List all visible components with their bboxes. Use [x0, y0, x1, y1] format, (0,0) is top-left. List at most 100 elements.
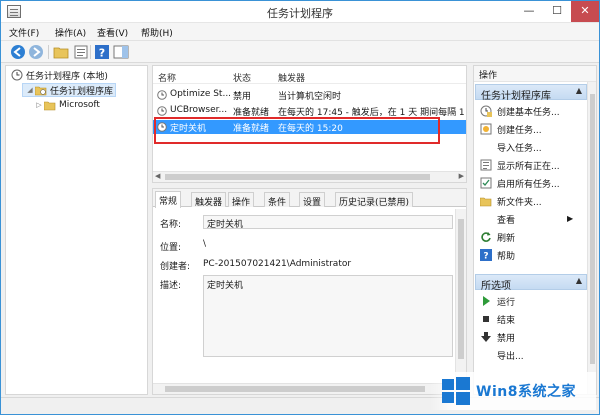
actions-pane: 操作 任务计划程序库 ▲ 创建基本任务... 创建任务... 导入任务... 显… — [473, 65, 597, 395]
scrollbar-thumb[interactable] — [165, 174, 430, 180]
action-show-running[interactable]: 显示所有正在... — [480, 158, 560, 172]
properties-icon[interactable] — [73, 44, 89, 60]
tab-history[interactable]: 历史记录(已禁用) — [335, 192, 414, 208]
navigation-tree: 任务计划程序 (本地) ◢ 任务计划程序库 ▷ Microsoft — [5, 65, 148, 395]
action-view[interactable]: 查看 — [480, 212, 515, 226]
scheduler-clock-icon — [11, 69, 23, 81]
column-header-status[interactable]: 状态 — [233, 71, 251, 84]
enable-history-icon — [480, 177, 492, 189]
details-horizontal-scrollbar[interactable] — [153, 383, 466, 394]
windows-logo-icon — [442, 377, 470, 405]
help-icon: ? — [480, 249, 492, 261]
submenu-arrow-icon[interactable]: ▶ — [567, 214, 573, 223]
menu-bar: 文件(F) 操作(A) 查看(V) 帮助(H) — [1, 23, 599, 41]
tab-settings[interactable]: 设置 — [299, 192, 326, 208]
back-arrow-icon[interactable] — [10, 44, 26, 60]
maximize-button[interactable]: ☐ — [543, 1, 571, 22]
actions-section-library[interactable]: 任务计划程序库 ▲ — [475, 84, 587, 102]
actions-header: 操作 — [474, 66, 596, 82]
task-list-horizontal-scrollbar[interactable]: ◀ ▶ — [153, 171, 466, 182]
forward-arrow-icon[interactable] — [28, 44, 44, 60]
task-status: 禁用 — [233, 92, 252, 102]
scroll-right-icon[interactable]: ▶ — [459, 172, 464, 180]
task-scheduler-window: 任务计划程序 — ☐ ✕ 文件(F) 操作(A) 查看(V) 帮助(H) ? 任… — [0, 0, 600, 415]
show-pane-icon[interactable] — [113, 44, 129, 60]
action-import-task[interactable]: 导入任务... — [480, 140, 542, 154]
action-end[interactable]: 结束 — [480, 312, 515, 326]
tree-item-label: 任务计划程序库 — [50, 86, 114, 97]
export-icon — [480, 349, 492, 361]
action-new-folder[interactable]: 新文件夹... — [480, 194, 542, 208]
tab-general[interactable]: 常规 — [155, 191, 182, 208]
tree-item-library[interactable]: ◢ 任务计划程序库 — [22, 83, 117, 97]
expand-arrow-icon[interactable]: ◢ — [25, 86, 35, 94]
create-task-icon — [480, 123, 492, 135]
import-task-icon — [480, 141, 492, 153]
create-basic-task-icon — [480, 105, 492, 117]
detail-tabs: 常规 触发器 操作 条件 设置 历史记录(已禁用) — [153, 189, 466, 208]
help-icon[interactable]: ? — [94, 44, 110, 60]
section-title: 任务计划程序库 — [481, 91, 551, 102]
action-help[interactable]: ? 帮助 — [480, 248, 515, 262]
name-field[interactable]: 定时关机 — [203, 215, 453, 230]
menu-help[interactable]: 帮助(H) — [141, 26, 173, 39]
tree-item-label: Microsoft — [59, 100, 100, 110]
task-trigger: 当计算机空闲时 — [278, 92, 342, 102]
description-label: 描述: — [160, 281, 182, 291]
section-title: 所选项 — [481, 281, 511, 292]
author-value: PC-201507021421\Administrator — [203, 259, 352, 269]
disable-arrow-icon — [481, 332, 491, 342]
action-create-task[interactable]: 创建任务... — [480, 122, 542, 136]
scrollbar-thumb[interactable] — [590, 94, 595, 364]
menu-file[interactable]: 文件(F) — [9, 26, 39, 39]
close-button[interactable]: ✕ — [571, 1, 599, 22]
collapse-arrow-icon[interactable]: ▷ — [34, 101, 44, 109]
menu-view[interactable]: 查看(V) — [97, 26, 128, 39]
tab-triggers[interactable]: 触发器 — [191, 192, 227, 208]
task-name: Optimize St... — [170, 89, 230, 99]
view-icon — [480, 213, 492, 225]
details-vertical-scrollbar[interactable] — [455, 209, 466, 385]
toolbar: ? — [1, 41, 599, 63]
action-enable-all-history[interactable]: 启用所有任务... — [480, 176, 560, 190]
task-row[interactable]: Optimize St... 禁用 当计算机空闲时 — [153, 88, 466, 102]
scroll-left-icon[interactable]: ◀ — [155, 172, 160, 180]
task-clock-icon — [157, 106, 167, 116]
refresh-icon — [481, 232, 491, 242]
description-field[interactable]: 定时关机 — [203, 275, 453, 357]
task-details-pane: 常规 触发器 操作 条件 设置 历史记录(已禁用) 名称: 定时关机 位置: \… — [152, 188, 467, 395]
actions-section-selected[interactable]: 所选项 ▲ — [475, 274, 587, 292]
action-disable[interactable]: 禁用 — [480, 330, 515, 344]
action-refresh[interactable]: 刷新 — [480, 230, 515, 244]
location-value: \ — [203, 239, 207, 249]
actions-vertical-scrollbar[interactable] — [587, 82, 596, 394]
column-header-trigger[interactable]: 触发器 — [278, 71, 305, 84]
collapse-caret-icon[interactable]: ▲ — [576, 276, 582, 285]
site-watermark: Win8系统之家 — [430, 372, 596, 410]
highlight-annotation-box — [154, 117, 440, 144]
watermark-text: Win8系统之家 — [476, 384, 576, 400]
action-run[interactable]: 运行 — [480, 294, 515, 308]
scrollbar-thumb[interactable] — [458, 219, 464, 359]
action-create-basic-task[interactable]: 创建基本任务... — [480, 104, 560, 118]
menu-action[interactable]: 操作(A) — [55, 26, 86, 39]
task-list-header: 名称 状态 触发器 — [153, 66, 466, 84]
scrollbar-thumb[interactable] — [165, 386, 425, 392]
tab-conditions[interactable]: 条件 — [264, 192, 291, 208]
show-running-icon — [480, 159, 492, 171]
folder-icon[interactable] — [53, 44, 69, 60]
location-label: 位置: — [160, 243, 182, 253]
svg-text:?: ? — [99, 47, 105, 60]
task-row[interactable]: UCBrowser... 准备就绪 在每天的 17:45 - 触发后，在 1 天… — [153, 104, 466, 118]
action-export[interactable]: 导出... — [480, 348, 524, 362]
column-header-name[interactable]: 名称 — [158, 71, 176, 84]
toolbar-separator — [48, 45, 49, 59]
toolbar-separator — [90, 45, 91, 59]
new-folder-icon — [480, 197, 492, 207]
tree-item-microsoft[interactable]: ▷ Microsoft — [34, 98, 100, 112]
tree-item-root[interactable]: 任务计划程序 (本地) — [11, 68, 108, 82]
tab-actions[interactable]: 操作 — [228, 192, 255, 208]
minimize-button[interactable]: — — [515, 1, 543, 22]
folder-icon — [44, 101, 56, 111]
collapse-caret-icon[interactable]: ▲ — [576, 86, 582, 95]
